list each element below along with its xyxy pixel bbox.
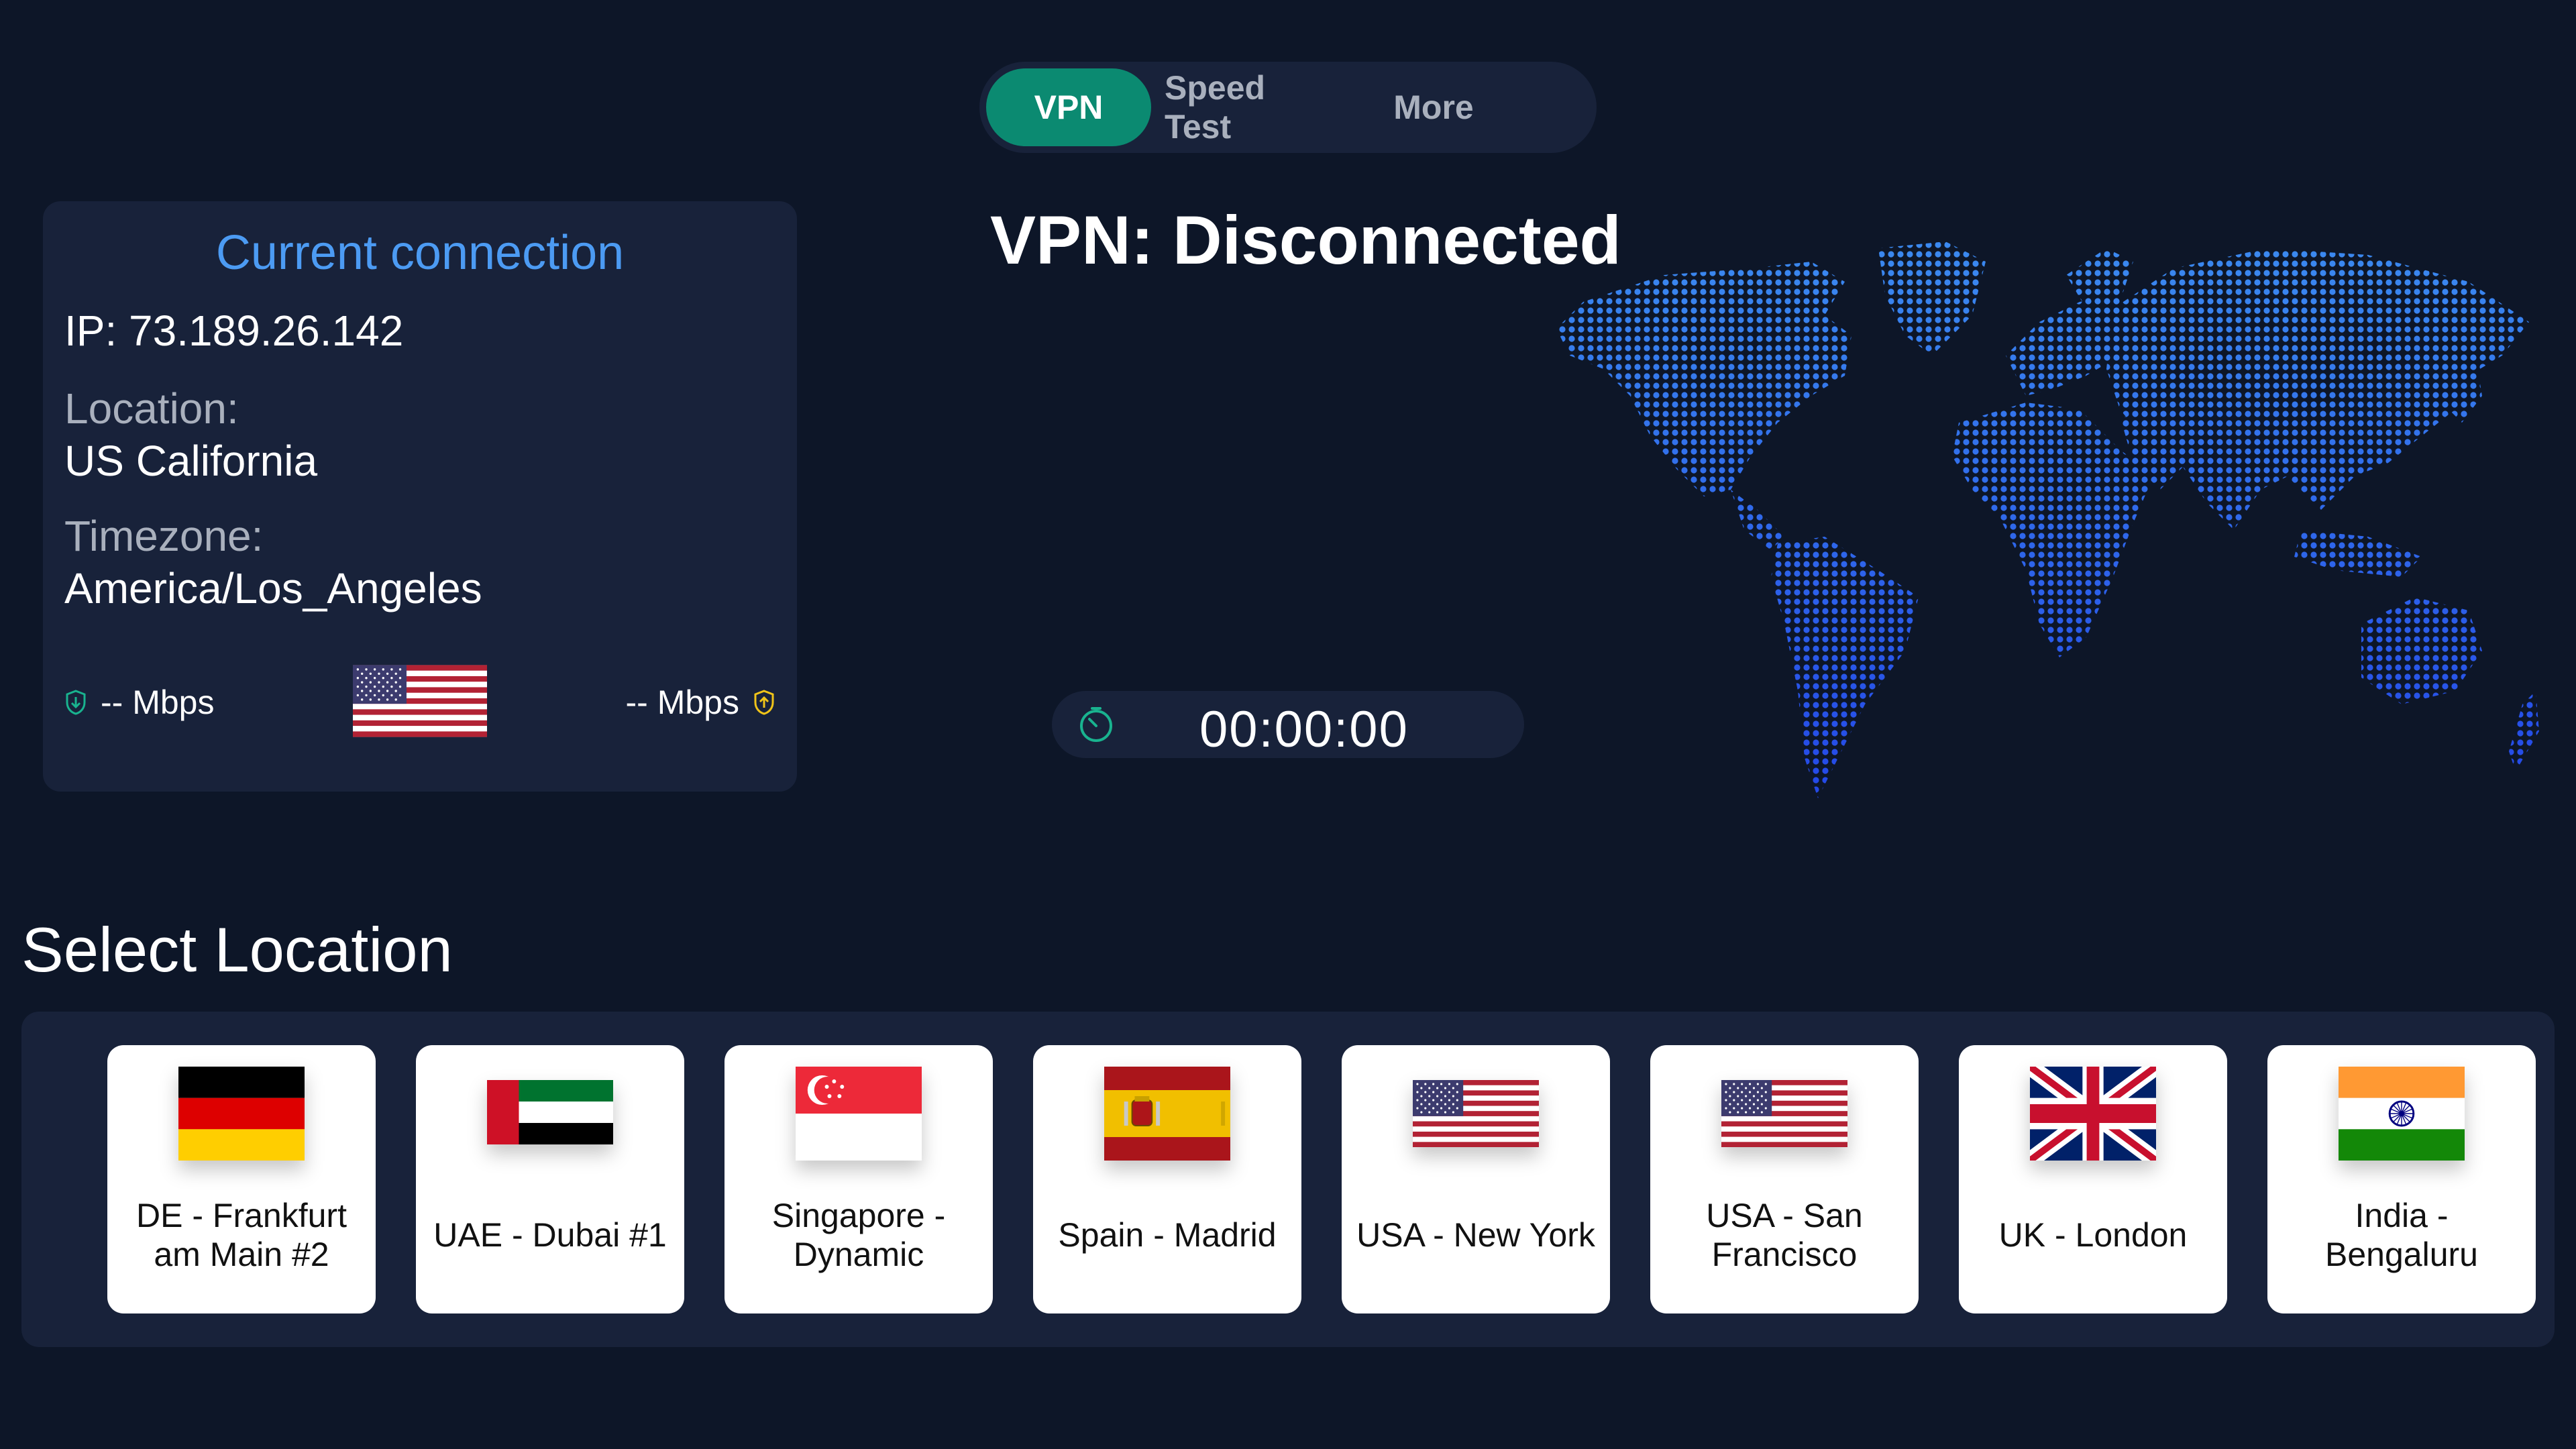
location-card-label: USA - New York — [1356, 1216, 1595, 1254]
location-card-singapore[interactable]: Singapore - Dynamic — [724, 1045, 993, 1313]
location-card-label: DE - Frankfurt am Main #2 — [136, 1197, 347, 1273]
singapore-flag-icon — [796, 1067, 922, 1161]
world-map — [1531, 223, 2561, 812]
spain-flag-icon — [1104, 1067, 1230, 1161]
current-connection-card: Current connection IP: 73.189.26.142 Loc… — [43, 201, 797, 792]
location-list: DE - Frankfurt am Main #2 UAE - Dubai #1… — [21, 1012, 2555, 1347]
location-card-label: USA - San Francisco — [1706, 1197, 1863, 1273]
location-card-india-bengaluru[interactable]: India - Bengaluru — [2267, 1045, 2536, 1313]
usa-flag-icon — [353, 665, 487, 737]
location-card-label: UAE - Dubai #1 — [433, 1216, 667, 1254]
upload-speed-value: -- Mbps — [625, 684, 739, 721]
location-card-label: Singapore - Dynamic — [771, 1197, 946, 1273]
upload-shield-icon — [754, 690, 774, 715]
timezone-value: America/Los_Angeles — [64, 564, 482, 612]
india-flag-icon — [2339, 1067, 2465, 1161]
uk-flag-icon — [2030, 1067, 2156, 1161]
ip-address: IP: 73.189.26.142 — [64, 307, 404, 355]
stopwatch-icon — [1080, 707, 1112, 742]
current-connection-title: Current connection — [215, 226, 625, 280]
timezone-label: Timezone: — [64, 512, 264, 560]
usa-flag-icon — [1721, 1080, 1847, 1147]
download-shield-icon — [66, 690, 86, 715]
location-card-uae-dubai[interactable]: UAE - Dubai #1 — [416, 1045, 684, 1313]
location-card-label: Spain - Madrid — [1058, 1216, 1277, 1254]
timer-value: 00:00:00 — [1199, 701, 1409, 758]
download-speed: -- Mbps — [64, 683, 214, 722]
uae-flag-icon — [487, 1080, 613, 1144]
location-card-usa-san-francisco[interactable]: USA - San Francisco — [1650, 1045, 1919, 1313]
vpn-status: VPN: Disconnected — [990, 202, 1621, 278]
location-card-spain-madrid[interactable]: Spain - Madrid — [1033, 1045, 1301, 1313]
usa-flag-icon — [1413, 1080, 1539, 1147]
download-speed-value: -- Mbps — [101, 684, 215, 721]
tab-vpn[interactable]: VPN — [986, 68, 1151, 146]
upload-speed: -- Mbps — [626, 683, 775, 722]
germany-flag-icon — [178, 1067, 305, 1161]
location-label: Location: — [64, 384, 239, 433]
tab-more[interactable]: More — [1363, 68, 1504, 146]
location-card-label: UK - London — [1998, 1216, 2188, 1254]
location-card-label: India - Bengaluru — [2325, 1197, 2478, 1273]
location-card-uk-london[interactable]: UK - London — [1959, 1045, 2227, 1313]
connection-timer: 00:00:00 — [1052, 691, 1524, 758]
location-value: US California — [64, 437, 318, 485]
tab-speed-test[interactable]: Speed Test — [1165, 68, 1336, 146]
location-card-usa-new-york[interactable]: USA - New York — [1342, 1045, 1610, 1313]
top-tab-bar: VPN Speed Test More — [979, 62, 1597, 153]
location-card-de-frankfurt[interactable]: DE - Frankfurt am Main #2 — [107, 1045, 376, 1313]
select-location-title: Select Location — [21, 914, 453, 985]
